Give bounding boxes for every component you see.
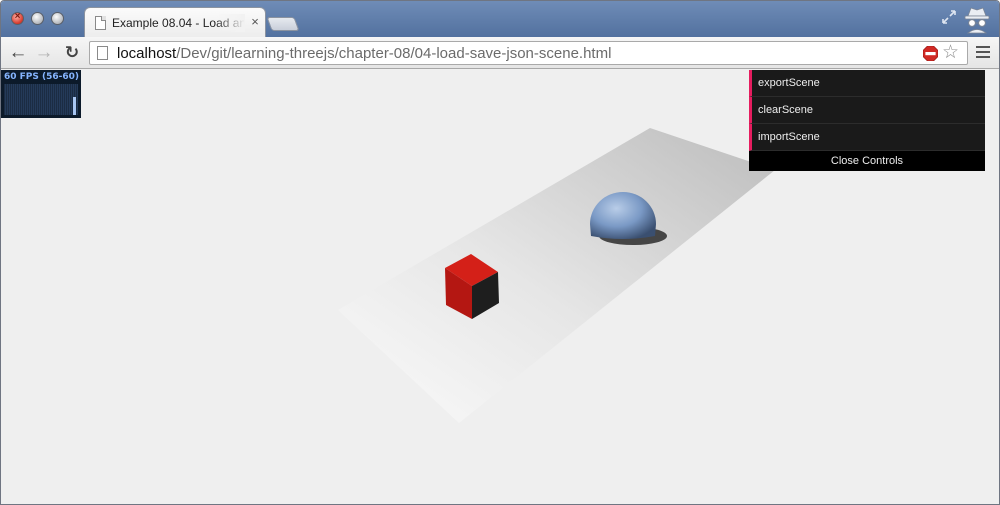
stats-fps-panel[interactable]: 60 FPS (56-60) xyxy=(1,70,81,118)
export-scene-button[interactable]: exportScene xyxy=(749,70,985,97)
window-minimize-button[interactable] xyxy=(31,12,44,25)
url-host: localhost xyxy=(117,45,177,62)
close-x-icon: × xyxy=(14,11,21,22)
browser-toolbar: ← → ↻ localhost/Dev/git/learning-threejs… xyxy=(1,37,999,69)
fps-graph xyxy=(4,84,78,115)
page-icon xyxy=(97,46,108,60)
window-close-button[interactable]: × xyxy=(11,11,24,25)
back-button[interactable]: ← xyxy=(7,41,29,65)
clear-scene-label: clearScene xyxy=(758,104,814,116)
menu-line xyxy=(976,46,990,48)
forward-button[interactable]: → xyxy=(33,41,55,65)
bookmark-star-icon[interactable]: ☆ xyxy=(942,42,959,64)
webgl-viewport[interactable]: 60 FPS (56-60) exportScene clearScene im… xyxy=(1,70,999,504)
restore-window-icon[interactable] xyxy=(941,9,957,25)
url-path: /Dev/git/learning-threejs/chapter-08/04-… xyxy=(176,45,612,62)
browser-window: × Example 08.04 - Load and Save JSON Sce… xyxy=(0,0,1000,505)
new-tab-button[interactable] xyxy=(266,17,300,31)
address-bar[interactable]: localhost/Dev/git/learning-threejs/chapt… xyxy=(89,41,968,65)
menu-line xyxy=(976,51,990,53)
export-scene-label: exportScene xyxy=(758,77,820,89)
clear-scene-button[interactable]: clearScene xyxy=(749,97,985,124)
title-bar: × Example 08.04 - Load and Save JSON Sce… xyxy=(1,1,999,37)
tab-close-icon[interactable]: × xyxy=(249,15,261,29)
fps-graph-bar xyxy=(73,97,76,115)
ground-plane xyxy=(338,128,775,423)
url-text[interactable]: localhost/Dev/git/learning-threejs/chapt… xyxy=(117,45,611,62)
page-icon xyxy=(95,16,106,30)
reload-button[interactable]: ↻ xyxy=(61,41,83,65)
tab-title-fade xyxy=(215,14,245,32)
incognito-icon xyxy=(964,7,990,34)
close-controls-button[interactable]: Close Controls xyxy=(749,151,985,171)
dat-gui-panel: exportScene clearScene importScene Close… xyxy=(749,70,985,171)
window-zoom-button[interactable] xyxy=(51,12,64,25)
menu-icon[interactable] xyxy=(976,46,990,60)
adblock-icon[interactable] xyxy=(923,46,938,61)
import-scene-button[interactable]: importScene xyxy=(749,124,985,151)
fps-readout: 60 FPS (56-60) xyxy=(4,72,80,82)
browser-tab[interactable]: Example 08.04 - Load and Save JSON Scene… xyxy=(84,7,266,37)
menu-line xyxy=(976,56,990,58)
import-scene-label: importScene xyxy=(758,131,820,143)
